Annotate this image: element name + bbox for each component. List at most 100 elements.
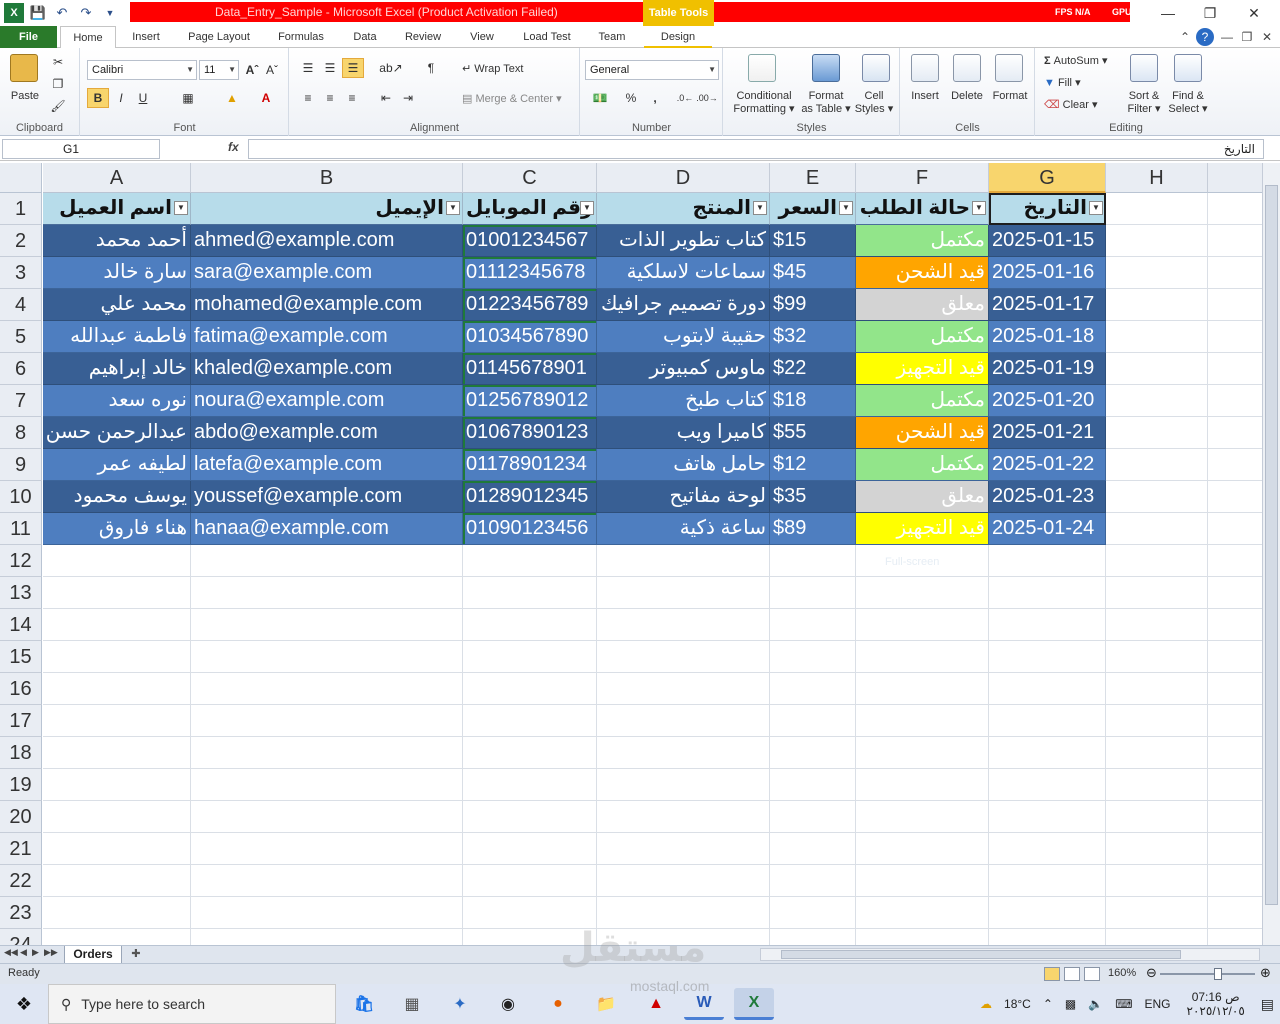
empty-cell-g17[interactable] (989, 705, 1106, 737)
empty-cell-a19[interactable] (43, 769, 191, 801)
table-cell-g5[interactable]: 2025-01-18 (989, 321, 1106, 353)
empty-cell-e21[interactable] (770, 833, 856, 865)
formula-input[interactable]: التاريخ (248, 139, 1264, 159)
paste-icon[interactable] (10, 54, 38, 82)
empty-cell-e17[interactable] (770, 705, 856, 737)
empty-cell-f16[interactable] (856, 673, 989, 705)
tab-team[interactable]: Team (586, 26, 638, 48)
tab-insert[interactable]: Insert (120, 26, 172, 48)
empty-cell-c22[interactable] (463, 865, 597, 897)
tray-chevron-icon[interactable]: ⌃ (1043, 997, 1053, 1011)
grow-font-icon[interactable]: Aˆ (243, 60, 261, 80)
spreadsheet-grid[interactable]: ABCDEFGH 1 2 3 4 5 6 7 8 9 10 11 12 13 14 15 16 17 18 19 20… (0, 163, 1262, 945)
table-cell-g7[interactable]: 2025-01-20 (989, 385, 1106, 417)
table-cell-d11[interactable]: ساعة ذكية (597, 513, 770, 545)
table-header-a1[interactable]: اسم العميل ▼ (43, 193, 191, 225)
cell-styles-icon[interactable] (862, 54, 890, 82)
row-header-9[interactable]: 9 (0, 449, 42, 481)
doc-restore-icon[interactable]: ❐ (1238, 28, 1256, 46)
table-cell-e7[interactable]: $18 (770, 385, 856, 417)
italic-button[interactable]: I (111, 88, 131, 108)
table-cell-f9[interactable]: مكتمل (856, 449, 989, 481)
row-header-21[interactable]: 21 (0, 833, 42, 865)
column-header-e[interactable]: E (770, 163, 856, 193)
empty-cell-h18[interactable] (1106, 737, 1208, 769)
horizontal-scroll-thumb[interactable] (781, 950, 1181, 959)
row-header-4[interactable]: 4 (0, 289, 42, 321)
clock[interactable]: 07:16 ص ٢٠٢٥/١٢/٠٥ (1187, 990, 1245, 1018)
empty-cell-e16[interactable] (770, 673, 856, 705)
empty-cell-g18[interactable] (989, 737, 1106, 769)
table-cell-a7[interactable]: نوره سعد (43, 385, 191, 417)
table-cell-a5[interactable]: فاطمة عبدالله (43, 321, 191, 353)
text-direction-icon[interactable]: ¶ (418, 58, 444, 78)
empty-cell-h5[interactable] (1106, 321, 1208, 353)
empty-cell-d13[interactable] (597, 577, 770, 609)
table-cell-c4[interactable]: 01223456789 (463, 289, 597, 321)
zoom-out-icon[interactable]: ⊖ (1146, 965, 1157, 981)
empty-cell-h24[interactable] (1106, 929, 1208, 945)
align-middle-icon[interactable]: ☰ (320, 58, 340, 78)
empty-cell-a14[interactable] (43, 609, 191, 641)
taskbar-search[interactable]: ⚲ Type here to search (48, 984, 336, 1024)
empty-cell-b22[interactable] (191, 865, 463, 897)
help-icon[interactable]: ? (1196, 28, 1214, 46)
empty-cell-a24[interactable] (43, 929, 191, 945)
cut-icon[interactable]: ✂ (48, 52, 68, 72)
table-cell-d3[interactable]: سماعات لاسلكية (597, 257, 770, 289)
column-header-a[interactable]: A (43, 163, 191, 193)
empty-cell-f18[interactable] (856, 737, 989, 769)
table-cell-a6[interactable]: خالد إبراهيم (43, 353, 191, 385)
empty-cell-d22[interactable] (597, 865, 770, 897)
paste-button[interactable]: Paste (4, 90, 46, 102)
table-cell-g3[interactable]: 2025-01-16 (989, 257, 1106, 289)
autosum-button[interactable]: Σ AutoSum ▾ (1044, 54, 1128, 67)
table-cell-c5[interactable]: 01034567890 (463, 321, 597, 353)
orientation-icon[interactable]: ab↗ (378, 58, 404, 78)
table-cell-c10[interactable]: 01289012345 (463, 481, 597, 513)
table-cell-c7[interactable]: 01256789012 (463, 385, 597, 417)
empty-cell-e18[interactable] (770, 737, 856, 769)
row-header-3[interactable]: 3 (0, 257, 42, 289)
table-cell-c2[interactable]: 01001234567 (463, 225, 597, 257)
empty-cell-g22[interactable] (989, 865, 1106, 897)
doc-close-icon[interactable]: ✕ (1258, 28, 1276, 46)
shrink-font-icon[interactable]: Aˇ (263, 60, 281, 80)
vertical-scroll-thumb[interactable] (1265, 185, 1278, 905)
table-header-f1[interactable]: حالة الطلب ▼ (856, 193, 989, 225)
table-cell-a11[interactable]: هناء فاروق (43, 513, 191, 545)
row-header-11[interactable]: 11 (0, 513, 42, 545)
minimize-button[interactable]: — (1148, 0, 1188, 26)
empty-cell-h16[interactable] (1106, 673, 1208, 705)
empty-cell-e13[interactable] (770, 577, 856, 609)
empty-cell-g13[interactable] (989, 577, 1106, 609)
empty-cell-h19[interactable] (1106, 769, 1208, 801)
row-header-6[interactable]: 6 (0, 353, 42, 385)
table-cell-f7[interactable]: مكتمل (856, 385, 989, 417)
table-cell-g6[interactable]: 2025-01-19 (989, 353, 1106, 385)
empty-cell-f17[interactable] (856, 705, 989, 737)
font-color-icon[interactable]: A (255, 88, 277, 108)
table-cell-f6[interactable]: قيد التجهيز (856, 353, 989, 385)
empty-cell-c18[interactable] (463, 737, 597, 769)
cell-styles-button[interactable]: Cell Styles ▾ (852, 90, 896, 116)
row-header-20[interactable]: 20 (0, 801, 42, 833)
empty-cell-d15[interactable] (597, 641, 770, 673)
empty-cell-d18[interactable] (597, 737, 770, 769)
zoom-slider-thumb[interactable] (1214, 968, 1222, 980)
empty-cell-b19[interactable] (191, 769, 463, 801)
filter-dropdown-icon[interactable]: ▼ (1089, 201, 1103, 215)
increase-decimal-icon[interactable]: .0← (675, 88, 695, 108)
sort-filter-icon[interactable] (1130, 54, 1158, 82)
empty-cell-h7[interactable] (1106, 385, 1208, 417)
empty-cell-h22[interactable] (1106, 865, 1208, 897)
table-cell-f2[interactable]: مكتمل (856, 225, 989, 257)
align-right-icon[interactable]: ≡ (342, 88, 362, 108)
empty-cell-h8[interactable] (1106, 417, 1208, 449)
empty-cell-e12[interactable] (770, 545, 856, 577)
table-cell-a2[interactable]: أحمد محمد (43, 225, 191, 257)
row-header-8[interactable]: 8 (0, 417, 42, 449)
table-cell-b3[interactable]: sara@example.com (191, 257, 463, 289)
number-format-select[interactable]: General ▼ (585, 60, 719, 80)
close-button[interactable]: ✕ (1234, 0, 1274, 26)
